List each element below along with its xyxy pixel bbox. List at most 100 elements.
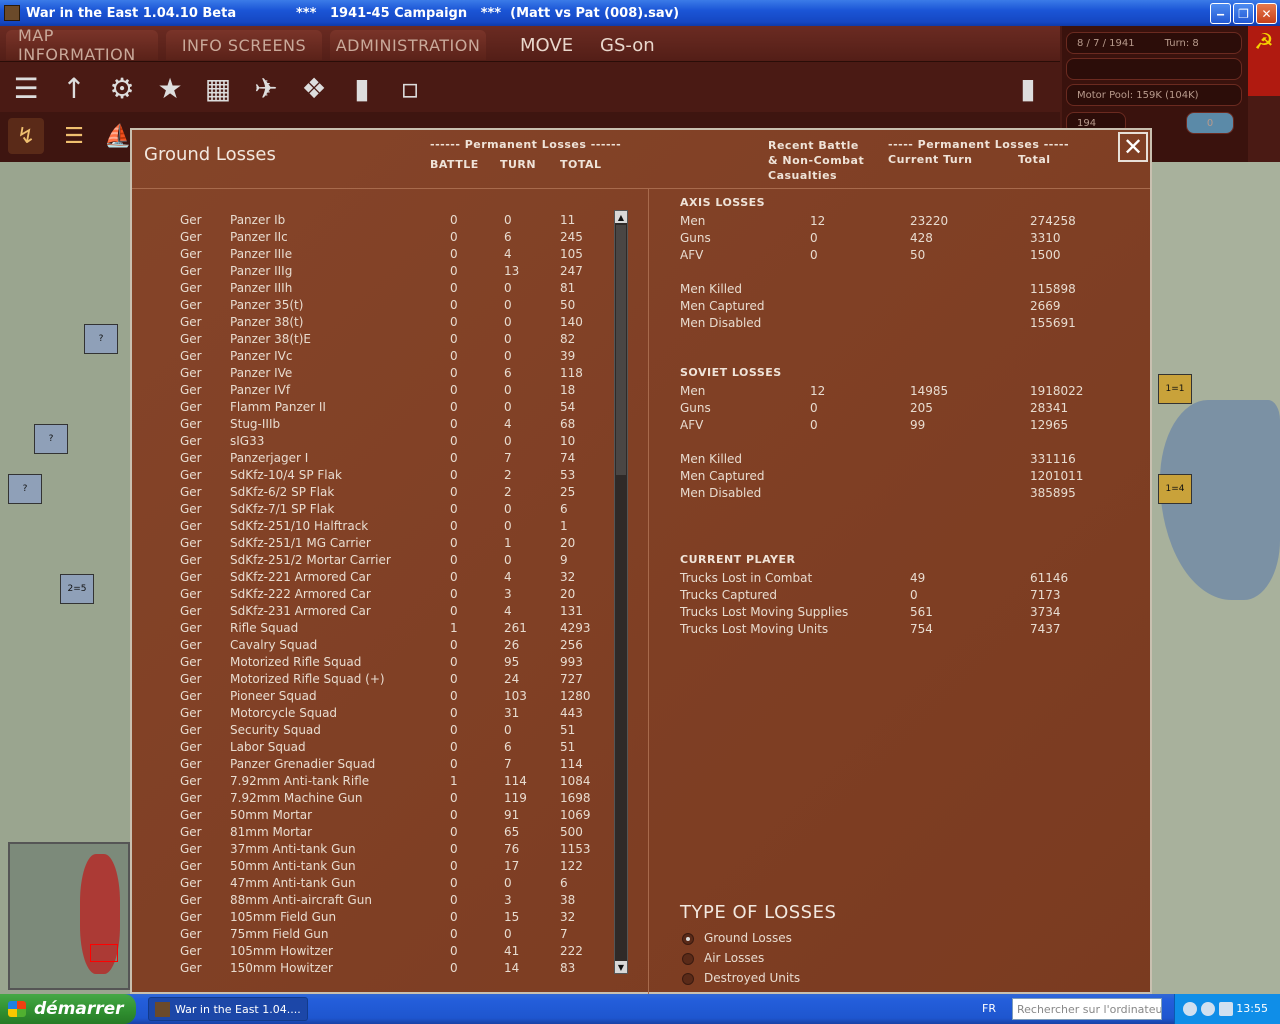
soviet-detail-cell: 1201011	[1030, 469, 1084, 483]
equipment-name-cell: 105mm Howitzer	[230, 944, 333, 958]
fuel-icon[interactable]: ▮	[342, 68, 382, 108]
axis-loss-cell: 3310	[1030, 231, 1061, 245]
maximize-button[interactable]: ❐	[1233, 3, 1254, 24]
nationality-cell: Ger	[180, 383, 202, 397]
nationality-cell: Ger	[180, 451, 202, 465]
minimap[interactable]	[8, 842, 130, 990]
equipment-name-cell: SdKfz-251/2 Mortar Carrier	[230, 553, 391, 567]
rail-icon[interactable]: ▫	[390, 68, 430, 108]
radio-icon[interactable]	[682, 953, 694, 965]
right-header-group: ----- Permanent Losses -----	[888, 138, 1070, 151]
turn-cell: 4	[504, 417, 512, 431]
satellite-icon[interactable]: ❖	[294, 68, 334, 108]
player-loss-cell: 561	[910, 605, 933, 619]
map-unit[interactable]: 2=5	[60, 574, 94, 604]
gs-toggle[interactable]: GS-on	[600, 30, 655, 60]
equipment-name-cell: Panzer 38(t)E	[230, 332, 312, 346]
mode-move[interactable]: MOVE	[520, 30, 573, 60]
map-unit-soviet[interactable]: 1=1	[1158, 374, 1192, 404]
battle-cell: 0	[450, 893, 458, 907]
scroll-down-icon[interactable]: ▼	[615, 961, 627, 973]
path-icon[interactable]: ↯	[8, 118, 44, 154]
nationality-cell: Ger	[180, 315, 202, 329]
gear-icon[interactable]: ⚙	[102, 68, 142, 108]
nationality-cell: Ger	[180, 791, 202, 805]
stack-icon[interactable]: ☰	[6, 68, 46, 108]
equipment-name-cell: Panzer IIc	[230, 230, 288, 244]
language-indicator[interactable]: FR	[982, 1002, 996, 1015]
back-icon[interactable]	[1183, 1002, 1197, 1016]
total-cell: 1153	[560, 842, 591, 856]
map-unit[interactable]: ?	[34, 424, 68, 454]
minimize-button[interactable]: ‒	[1210, 3, 1231, 24]
loss-type-option[interactable]: Destroyed Units	[682, 970, 982, 988]
window-title-app: War in the East 1.04.10 Beta	[26, 5, 237, 21]
turn-cell: 0	[504, 213, 512, 227]
search-input[interactable]: Rechercher sur l'ordinateur	[1012, 998, 1162, 1020]
map-unit[interactable]: ?	[84, 324, 118, 354]
battle-cell: 0	[450, 417, 458, 431]
soviet-loss-cell: 14985	[910, 384, 949, 398]
nationality-cell: Ger	[180, 859, 202, 873]
battle-cell: 0	[450, 910, 458, 924]
axis-loss-cell: 23220	[910, 214, 949, 228]
start-button[interactable]: démarrer	[0, 994, 136, 1024]
table-row: Ger 50mm Mortar 0 91 1069	[132, 807, 632, 824]
turn-cell: 3	[504, 587, 512, 601]
turn-cell: 7	[504, 451, 512, 465]
scroll-thumb[interactable]	[616, 225, 626, 475]
close-window-button[interactable]: ✕	[1256, 3, 1277, 24]
radio-icon[interactable]	[682, 973, 694, 985]
battle-cell: 0	[450, 825, 458, 839]
nationality-cell: Ger	[180, 468, 202, 482]
units-icon[interactable]: ↑	[54, 68, 94, 108]
tab-administration[interactable]: ADMINISTRATION	[330, 30, 486, 60]
turn-cell: 6	[504, 740, 512, 754]
unit-label: ?	[22, 484, 28, 494]
loss-type-label: Destroyed Units	[704, 971, 801, 985]
table-row: Ger 50mm Anti-tank Gun 0 17 122	[132, 858, 632, 875]
equipment-name-cell: Pioneer Squad	[230, 689, 317, 703]
soviet-detail-row: Men Disabled 385895	[680, 485, 1140, 502]
nationality-cell: Ger	[180, 247, 202, 261]
network-icon[interactable]	[1201, 1002, 1215, 1016]
tab-map-information[interactable]: MAP INFORMATION	[6, 26, 158, 64]
map-grid-icon[interactable]: ▦	[198, 68, 238, 108]
tab-info-screens[interactable]: INFO SCREENS	[166, 30, 322, 60]
axis-loss-cell: Guns	[680, 231, 711, 245]
rail-lines-icon[interactable]: ☰	[56, 118, 92, 154]
battle-cell: 0	[450, 757, 458, 771]
table-row: Ger Panzer IVf 0 0 18	[132, 382, 632, 399]
total-cell: 83	[560, 961, 576, 975]
axis-loss-row: AFV 0 50 1500	[680, 247, 1140, 264]
map-unit[interactable]: ?	[8, 474, 42, 504]
loss-type-option[interactable]: Ground Losses	[682, 930, 982, 948]
table-row: Ger Motorcycle Squad 0 31 443	[132, 705, 632, 722]
loss-type-option[interactable]: Air Losses	[682, 950, 982, 968]
taskbar-item-game[interactable]: War in the East 1.04....	[148, 997, 308, 1021]
star-icon[interactable]: ★	[150, 68, 190, 108]
total-cell: 118	[560, 366, 583, 380]
window-titlebar[interactable]: War in the East 1.04.10 Beta *** 1941-45…	[0, 0, 1280, 26]
close-dialog-button[interactable]: ✕	[1118, 132, 1148, 162]
air-icon[interactable]: ✈	[246, 68, 286, 108]
axis-loss-cell: 50	[910, 248, 926, 262]
minimap-viewport[interactable]	[90, 944, 118, 962]
scroll-up-icon[interactable]: ▲	[615, 211, 627, 223]
supply-icon[interactable]: ▮	[1008, 68, 1048, 108]
equipment-name-cell: Stug-IIIb	[230, 417, 281, 431]
screen-icon[interactable]	[1219, 1002, 1233, 1016]
soviet-detail-row: Men Killed 331116	[680, 451, 1140, 468]
table-row: Ger sIG33 0 0 10	[132, 433, 632, 450]
radio-icon[interactable]	[682, 933, 694, 945]
list-scrollbar[interactable]: ▲ ▼	[614, 210, 628, 974]
nationality-cell: Ger	[180, 536, 202, 550]
battle-cell: 0	[450, 808, 458, 822]
battle-cell: 0	[450, 876, 458, 890]
total-cell: 39	[560, 349, 576, 363]
total-cell: 20	[560, 587, 576, 601]
nationality-cell: Ger	[180, 893, 202, 907]
map-unit-soviet[interactable]: 1=4	[1158, 474, 1192, 504]
ground-losses-dialog: Ground Losses ✕ ------ Permanent Losses …	[130, 128, 1152, 994]
equipment-name-cell: Panzer IVe	[230, 366, 293, 380]
